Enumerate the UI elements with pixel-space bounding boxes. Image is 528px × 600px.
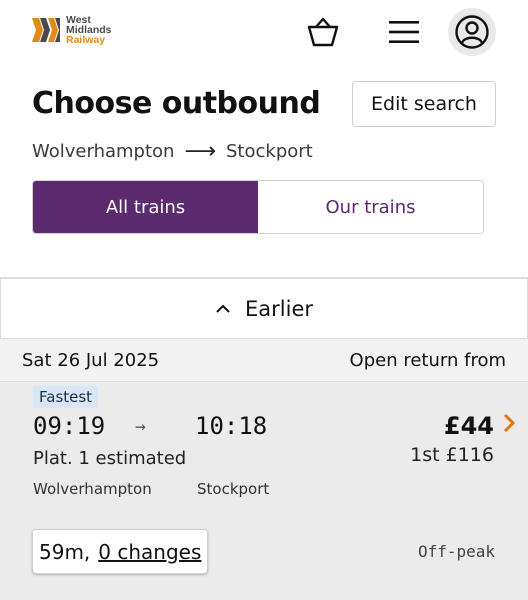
toggle-our-trains[interactable]: Our trains xyxy=(258,181,483,233)
arrival-time: 10:18 xyxy=(195,412,268,440)
open-return-label: Open return from xyxy=(349,349,506,371)
basket-button[interactable] xyxy=(301,10,345,54)
logo-line-3: Railway xyxy=(66,34,106,46)
menu-icon xyxy=(389,21,419,43)
ticket-type-label: Off-peak xyxy=(417,542,495,561)
route-arrow-icon: ⟶ xyxy=(184,139,216,164)
earlier-button[interactable]: Earlier xyxy=(0,279,528,339)
train-filter-toggle: All trains Our trains xyxy=(32,180,484,234)
journey-price: £44 xyxy=(443,412,494,440)
journey-stations: Wolverhampton Stockport xyxy=(33,480,269,498)
app-header: West Midlands Railway xyxy=(0,0,528,66)
route-summary: Wolverhampton ⟶ Stockport xyxy=(32,139,313,164)
edit-search-button[interactable]: Edit search xyxy=(352,81,496,127)
journey-card[interactable]: Fastest 09:19 → 10:18 £44 Plat. 1 estima… xyxy=(0,382,528,600)
account-icon xyxy=(455,15,489,49)
departure-time: 09:19 xyxy=(33,412,106,440)
basket-icon xyxy=(307,17,339,47)
page-title: Choose outbound xyxy=(32,86,321,121)
results-panel: Earlier Sat 26 Jul 2025 Open return from… xyxy=(0,277,528,600)
first-class-price: 1st £116 xyxy=(410,444,494,466)
wmr-logo-icon xyxy=(30,14,62,46)
toggle-all-trains[interactable]: All trains xyxy=(33,181,258,233)
chevron-right-icon[interactable] xyxy=(502,412,516,440)
menu-button[interactable] xyxy=(382,10,426,54)
route-origin: Wolverhampton xyxy=(32,141,175,162)
changes-link[interactable]: 0 changes xyxy=(98,540,201,564)
account-button[interactable] xyxy=(448,8,496,56)
date-header: Sat 26 Jul 2025 Open return from xyxy=(0,339,528,382)
duration-changes-button[interactable]: 59m, 0 changes xyxy=(32,529,209,574)
fastest-badge: Fastest xyxy=(33,386,99,408)
earlier-label: Earlier xyxy=(245,296,313,321)
journey-times: 09:19 → 10:18 xyxy=(33,412,267,440)
travel-date: Sat 26 Jul 2025 xyxy=(22,349,160,371)
logo-wordmark: West Midlands Railway xyxy=(66,15,112,46)
wmr-logo[interactable]: West Midlands Railway xyxy=(30,14,112,46)
origin-station: Wolverhampton xyxy=(33,480,152,498)
chevron-up-icon xyxy=(215,299,231,318)
destination-station: Stockport xyxy=(197,480,270,498)
arrow-right-icon: → xyxy=(135,415,146,437)
platform-info: Plat. 1 estimated xyxy=(33,448,187,469)
route-destination: Stockport xyxy=(226,141,313,162)
journey-duration: 59m, xyxy=(39,539,91,564)
